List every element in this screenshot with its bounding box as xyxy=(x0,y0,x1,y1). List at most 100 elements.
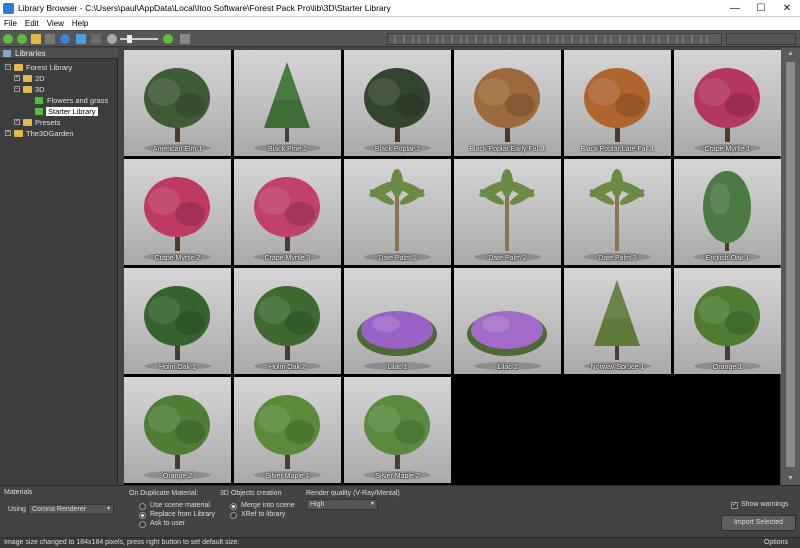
menu-bar: File Edit View Help xyxy=(0,17,800,30)
menu-view[interactable]: View xyxy=(43,17,68,30)
thumbnail-caption: Black Poplar 1 xyxy=(374,146,421,153)
minimize-button[interactable]: — xyxy=(722,0,748,17)
tree-item[interactable]: + The3DGarden xyxy=(5,128,112,139)
filter-segment xyxy=(538,35,540,43)
slider-thumb[interactable] xyxy=(127,35,132,43)
expander-icon[interactable]: + xyxy=(14,75,20,81)
expander-icon[interactable]: + xyxy=(5,130,11,136)
thumbnail-caption: Black Poplar Late Fall 1 xyxy=(580,146,655,153)
thumbnail-tile[interactable]: Date Palm 2 xyxy=(454,159,561,265)
filter-segment xyxy=(652,35,654,43)
tree-item-label: Starter Library xyxy=(46,107,98,116)
thumbnail-tile[interactable]: Silver Maple 2 xyxy=(344,377,451,483)
expander-icon[interactable]: − xyxy=(5,64,11,70)
tree-item[interactable]: Flowers and grass xyxy=(26,95,112,106)
filter-segment xyxy=(442,35,444,43)
thumbnail-tile[interactable]: Black Poplar 1 xyxy=(344,50,451,156)
thumbnail-tile[interactable]: English Oak 1 xyxy=(674,159,781,265)
filter-segment xyxy=(475,35,477,43)
tree-item[interactable]: Starter Library xyxy=(26,106,112,117)
expander-icon[interactable]: + xyxy=(14,119,20,125)
tree-item[interactable]: − Forest Library xyxy=(5,62,112,73)
thumbnail-tile[interactable]: Crape Myrtle 1 xyxy=(674,50,781,156)
filter-segment xyxy=(394,35,396,43)
libraries-header: Libraries xyxy=(0,48,118,59)
tree-item[interactable]: + Presets xyxy=(14,117,112,128)
thumbnail-tile[interactable]: Black Poplar Early Fall 1 xyxy=(454,50,561,156)
objects-creation-radio[interactable] xyxy=(230,503,237,510)
filter-segment xyxy=(532,35,534,43)
close-button[interactable]: ✕ xyxy=(774,0,800,17)
thumbnail-caption: Silver Maple 1 xyxy=(265,473,310,480)
filter-segment xyxy=(403,35,405,43)
thumbnail-tile[interactable]: Holm Oak 2 xyxy=(234,268,341,374)
open-folder-icon[interactable] xyxy=(31,34,41,44)
save-icon[interactable] xyxy=(45,34,55,44)
vertical-scrollbar[interactable]: ▲ ▼ xyxy=(781,48,800,485)
sort-icon[interactable] xyxy=(76,34,86,44)
scroll-up-icon[interactable]: ▲ xyxy=(781,48,800,60)
toolbar xyxy=(0,31,800,47)
import-selected-button[interactable]: Import Selected xyxy=(721,515,796,531)
thumbnail-tile[interactable]: Black Poplar Late Fall 1 xyxy=(564,50,671,156)
filter-segment xyxy=(508,35,510,43)
duplicate-material-radio[interactable] xyxy=(139,503,146,510)
menu-file[interactable]: File xyxy=(0,17,21,30)
scroll-thumb[interactable] xyxy=(786,62,795,467)
duplicate-material-radio[interactable] xyxy=(139,521,146,528)
scroll-down-icon[interactable]: ▼ xyxy=(781,473,800,485)
render-quality-select[interactable]: High ▾ xyxy=(306,499,378,510)
tree-item[interactable]: +2D xyxy=(14,73,112,84)
objects-creation-radio[interactable] xyxy=(230,512,237,519)
expander-icon[interactable]: − xyxy=(14,86,20,92)
tree-item-label: The3DGarden xyxy=(26,129,74,138)
objects-creation-label: 3D Objects creation xyxy=(220,490,282,497)
objects-creation-option-label: XRef to library xyxy=(241,511,286,518)
search-icon[interactable] xyxy=(163,34,173,44)
thumbnail-tile[interactable]: Norway Spruce 1 xyxy=(564,268,671,374)
thumbnail-tile[interactable]: Crape Myrtle 2 xyxy=(124,159,231,265)
thumbnail-tile[interactable]: Lilac 1 xyxy=(344,268,451,374)
filter-segment xyxy=(691,35,693,43)
refresh-icon[interactable] xyxy=(60,34,70,44)
tree-item[interactable]: − 3D xyxy=(14,84,112,95)
maximize-button[interactable]: ☐ xyxy=(748,0,774,17)
menu-help[interactable]: Help xyxy=(68,17,92,30)
thumbnail-tile[interactable]: Orange 2 xyxy=(124,377,231,483)
thumbnail-tile[interactable]: Crape Myrtle 3 xyxy=(234,159,341,265)
thumbnail-caption: American Elm 1 xyxy=(152,146,203,153)
menu-edit[interactable]: Edit xyxy=(21,17,43,30)
thumbnail-caption: Date Palm 3 xyxy=(598,255,637,262)
search-input[interactable] xyxy=(726,33,796,45)
forward-icon[interactable] xyxy=(17,34,27,44)
thumbnail-tile[interactable]: Date Palm 3 xyxy=(564,159,671,265)
thumbnail-caption: Date Palm 1 xyxy=(378,255,417,262)
thumbnail-tile[interactable]: Orange 1 xyxy=(674,268,781,374)
folder-icon xyxy=(23,75,32,82)
thumbnail-tile[interactable]: Date Palm 1 xyxy=(344,159,451,265)
thumbnail-caption: Crape Myrtle 2 xyxy=(154,255,201,262)
options-button[interactable]: Options xyxy=(764,539,788,546)
folder-icon xyxy=(23,119,32,126)
back-icon[interactable] xyxy=(3,34,13,44)
filter-segment xyxy=(547,35,549,43)
renderer-select[interactable]: Corona Renderer ▾ xyxy=(28,504,114,515)
library-icon xyxy=(35,108,43,115)
thumbnail-tile[interactable]: Silver Maple 1 xyxy=(234,377,341,483)
settings-icon[interactable] xyxy=(180,34,190,44)
thumbnail-caption: Crape Myrtle 1 xyxy=(704,146,751,153)
zoom-icon[interactable] xyxy=(107,34,117,44)
view-mode-icon[interactable] xyxy=(91,34,101,44)
duplicate-material-radio[interactable] xyxy=(139,512,146,519)
filter-segment xyxy=(619,35,621,43)
show-warnings-checkbox[interactable]: ✓ xyxy=(731,502,738,509)
thumbnail-tile[interactable]: Lilac 2 xyxy=(454,268,561,374)
thumbnail-size-slider[interactable] xyxy=(120,38,158,40)
duplicate-material-option-label: Use scene material xyxy=(150,502,210,509)
thumbnail-tile[interactable]: American Elm 1 xyxy=(124,50,231,156)
library-icon xyxy=(35,97,43,104)
filter-segment xyxy=(427,35,429,43)
thumbnail-tile[interactable]: Black Pine 1 xyxy=(234,50,341,156)
thumbnail-tile[interactable]: Holm Oak 1 xyxy=(124,268,231,374)
filter-bar[interactable] xyxy=(387,33,722,45)
